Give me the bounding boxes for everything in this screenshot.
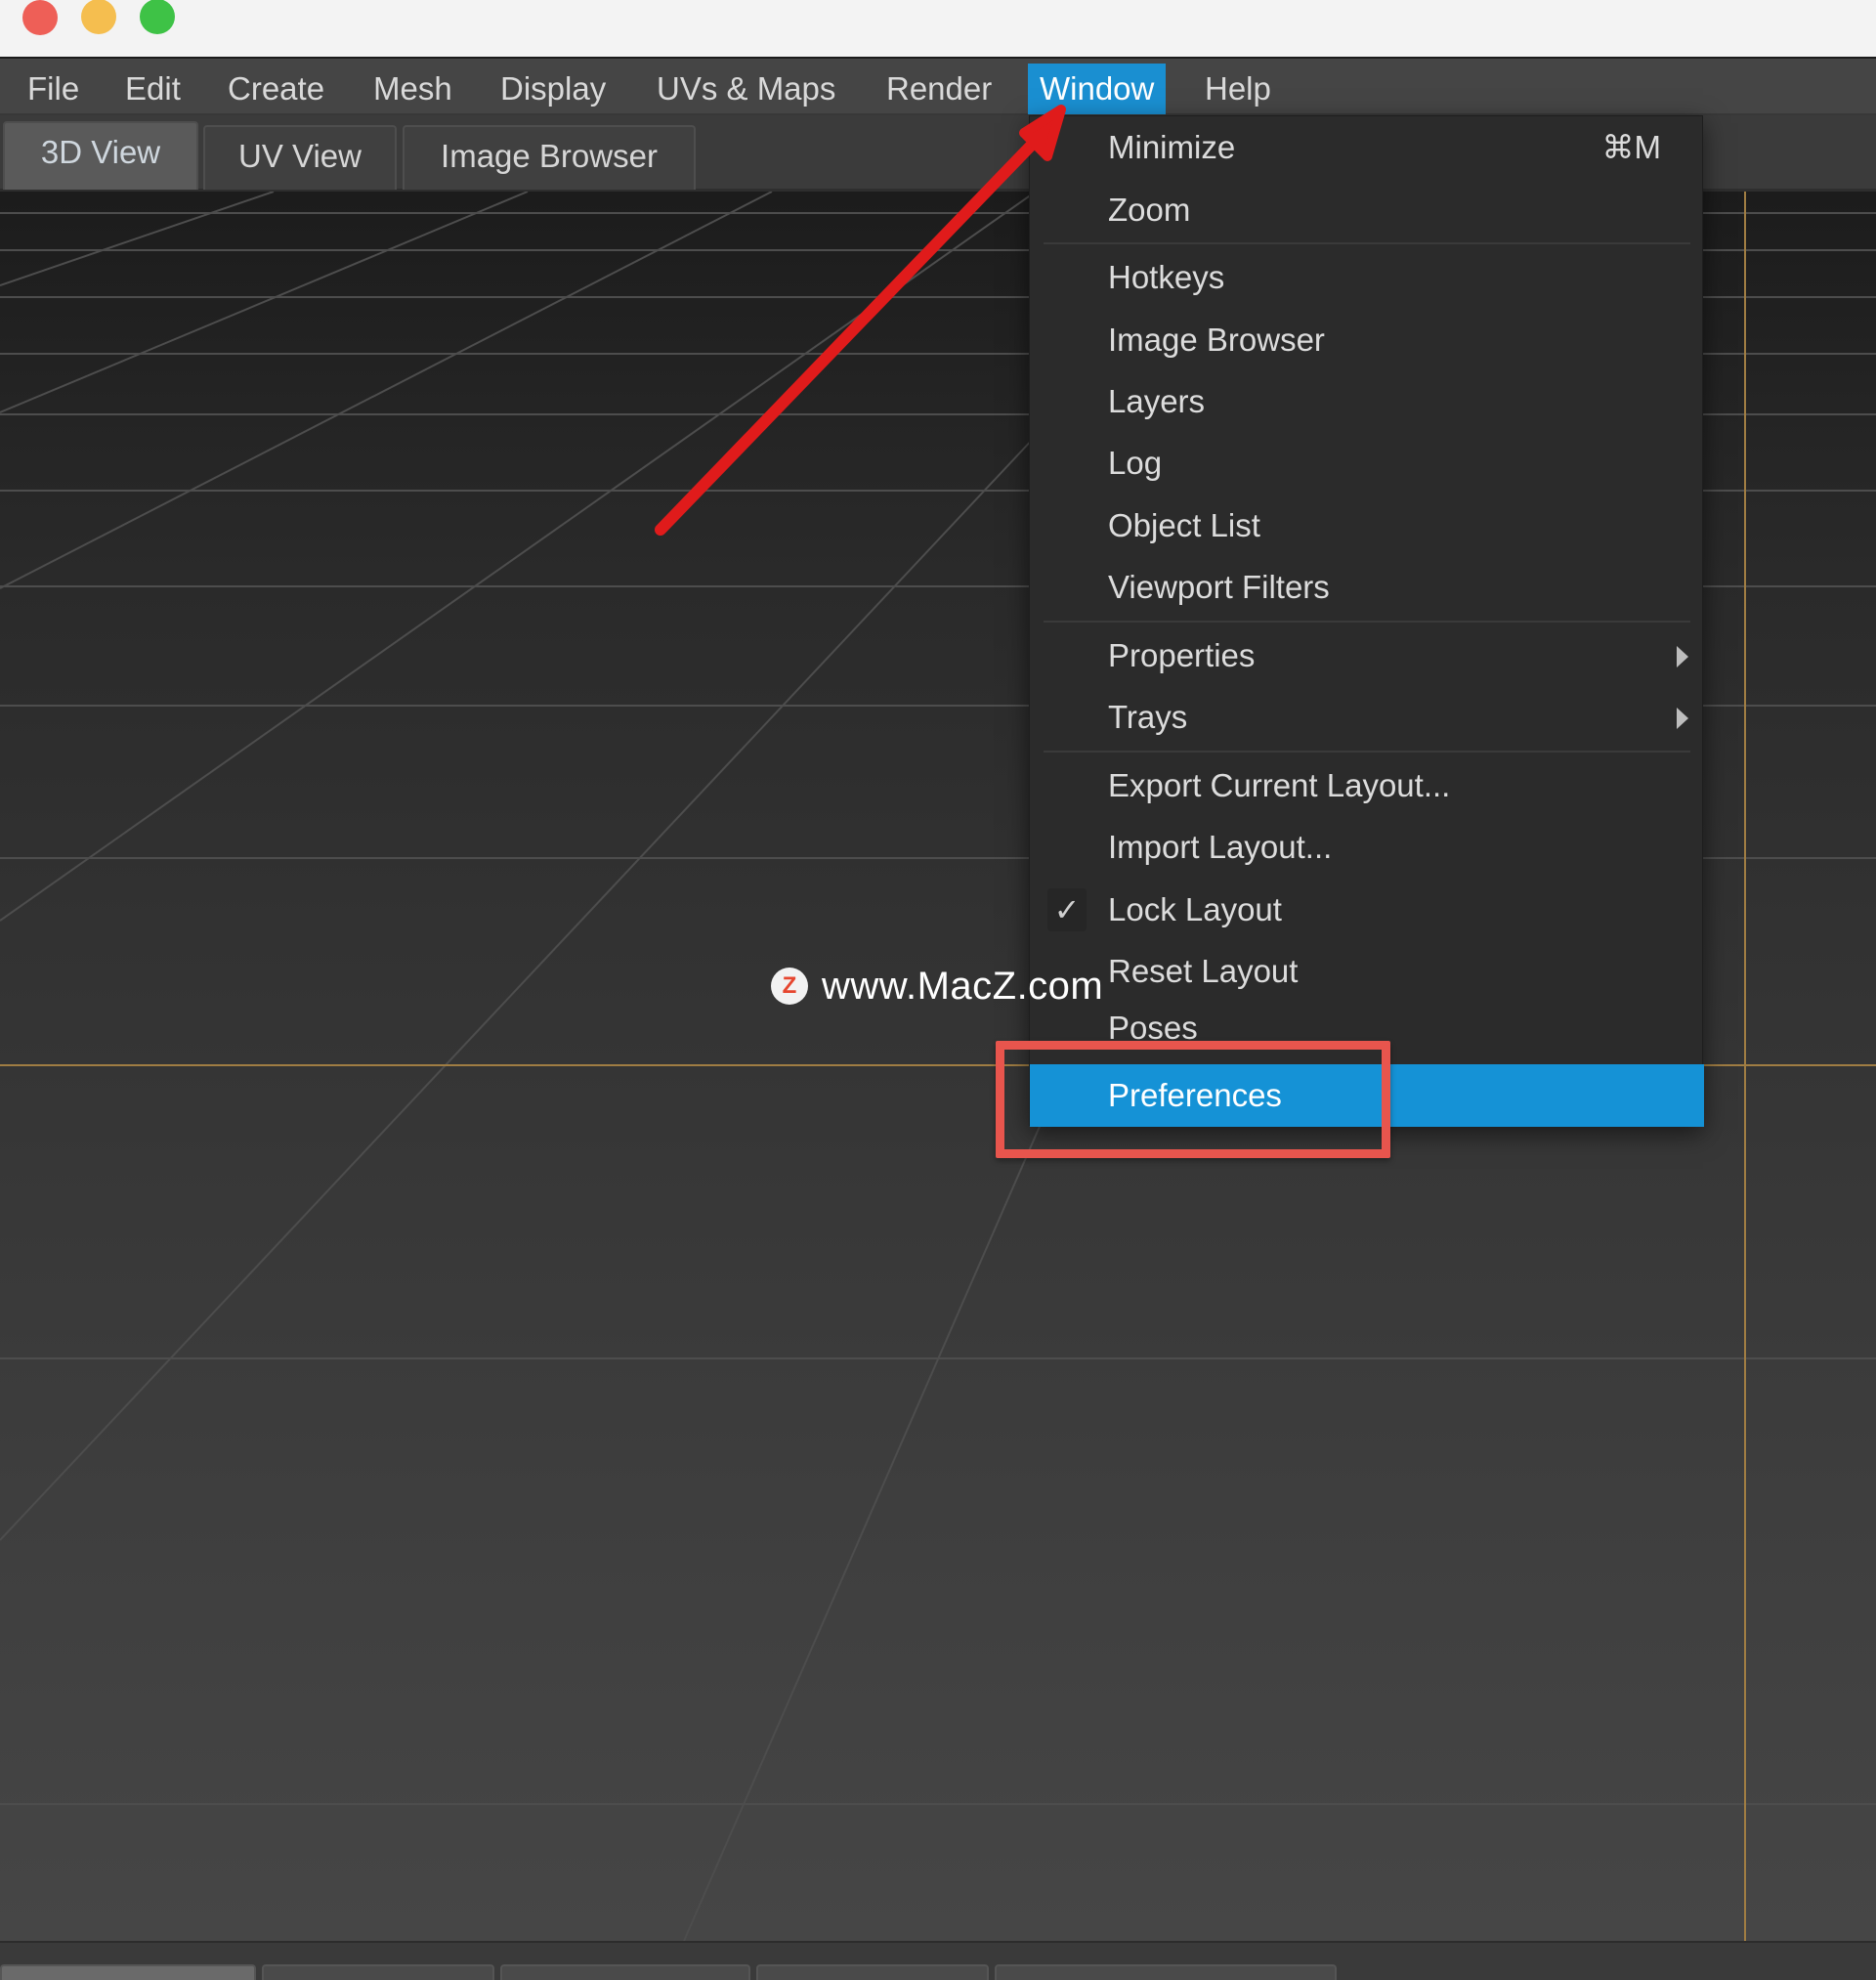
red-arrow-annotation [655,105,1066,536]
